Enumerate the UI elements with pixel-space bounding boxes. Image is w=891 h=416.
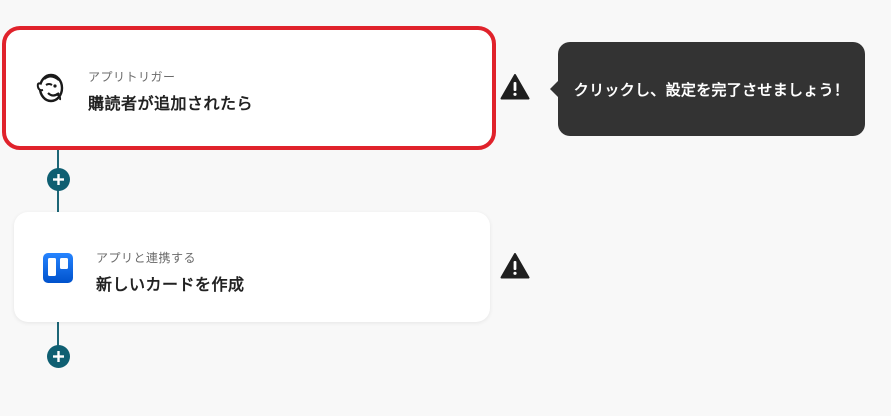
- tooltip-text: クリックし、設定を完了させましょう！: [573, 80, 850, 99]
- setup-tooltip: クリックし、設定を完了させましょう！: [550, 42, 865, 136]
- mailchimp-icon: [34, 72, 66, 104]
- flow-canvas: アプリトリガー 購読者が追加されたら クリックし、設定を完了させましょう！ アプ…: [0, 0, 891, 416]
- action-step-card[interactable]: アプリと連携する 新しいカードを作成: [14, 212, 490, 322]
- warning-icon[interactable]: [500, 252, 530, 280]
- warning-icon[interactable]: [500, 73, 530, 101]
- add-step-button[interactable]: [47, 168, 70, 191]
- step-title: 購読者が追加されたら: [88, 94, 254, 113]
- trigger-step-card[interactable]: アプリトリガー 購読者が追加されたら: [2, 26, 496, 150]
- tooltip-arrow: [550, 81, 558, 97]
- plus-icon: [53, 351, 64, 362]
- add-step-button[interactable]: [47, 345, 70, 368]
- step-subtitle: アプリと連携する: [96, 251, 197, 265]
- plus-icon: [53, 174, 64, 185]
- step-title: 新しいカードを作成: [96, 275, 245, 294]
- step-subtitle: アプリトリガー: [88, 70, 176, 84]
- trello-icon: [42, 252, 74, 284]
